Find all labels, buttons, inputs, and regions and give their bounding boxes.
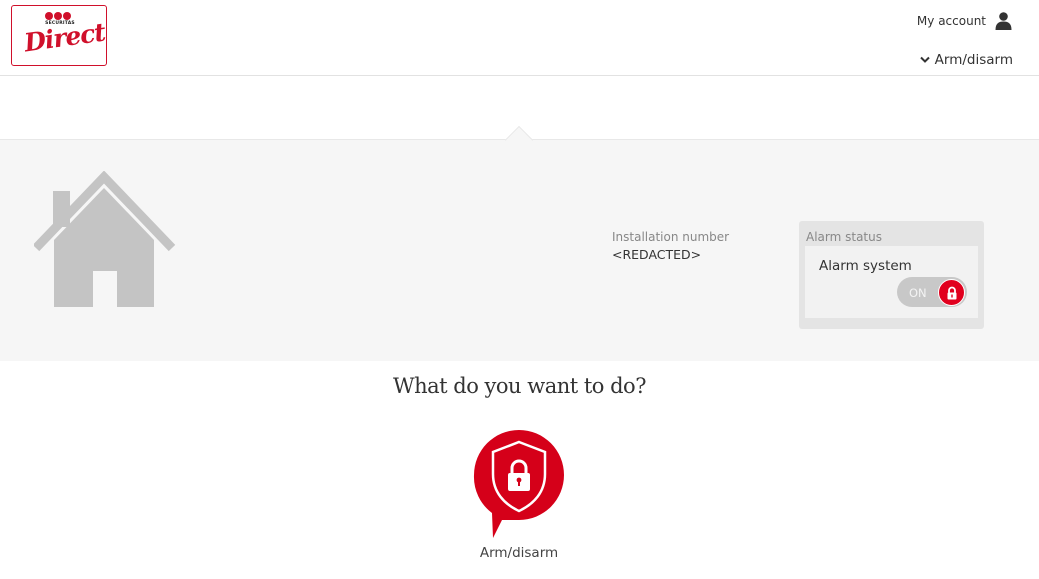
toggle-on-text: ON [909, 286, 927, 300]
actions-heading: What do you want to do? [393, 374, 646, 398]
alarm-system-row: Alarm system ON [805, 246, 978, 318]
house-icon [34, 171, 176, 307]
padlock-icon [947, 286, 956, 299]
logo-direct-text: Direct [22, 17, 107, 58]
arm-disarm-nav-link[interactable]: Arm/disarm [919, 52, 1013, 68]
logo-dots [45, 12, 71, 20]
my-account-label: My account [916, 14, 986, 28]
chevron-down-icon [919, 56, 930, 63]
toggle-knob [938, 279, 965, 306]
shield-lock-icon [473, 430, 564, 538]
securitas-direct-logo[interactable]: SECURITAS Direct [11, 5, 107, 66]
top-header: SECURITAS Direct My account Arm/disarm [0, 0, 1039, 76]
user-icon [995, 12, 1012, 30]
alarm-status-card: Alarm status Alarm system ON [799, 221, 984, 329]
alarm-toggle-switch[interactable]: ON [897, 277, 967, 307]
arm-disarm-nav-label: Arm/disarm [934, 52, 1013, 68]
installation-number-value: <REDACTED> [612, 247, 702, 262]
alarm-system-label: Alarm system [819, 258, 912, 274]
my-account-link[interactable]: My account [917, 12, 1012, 30]
installation-number-caption: Installation number [612, 230, 730, 244]
installation-info: Installation number <REDACTED> [612, 230, 729, 262]
arm-disarm-action-label: Arm/disarm [479, 545, 559, 561]
arm-disarm-action[interactable]: Arm/disarm [469, 428, 569, 568]
alarm-status-caption: Alarm status [806, 230, 882, 244]
